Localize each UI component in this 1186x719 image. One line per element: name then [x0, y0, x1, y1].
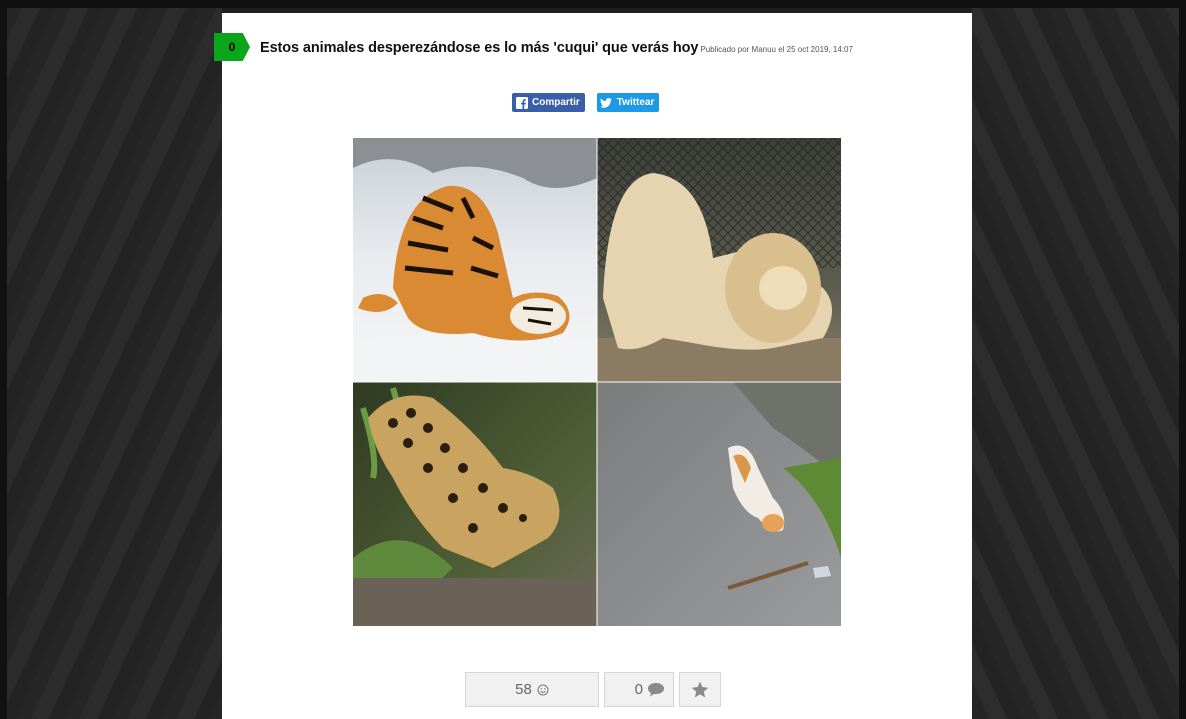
speech-bubble-icon [647, 682, 665, 697]
facebook-share-button[interactable]: Compartir [512, 93, 585, 112]
favorite-button[interactable] [679, 672, 721, 707]
comment-button[interactable]: 0 [604, 672, 674, 707]
post-meta: Publicado por Manuu el 25 oct 2019, 14:0… [700, 45, 853, 54]
like-button[interactable]: 58 [465, 672, 599, 707]
window-top-edge [0, 0, 1186, 8]
twitter-share-button[interactable]: Twittear [596, 93, 660, 112]
comment-count: 0 [634, 681, 643, 698]
cat-panel [597, 382, 841, 626]
star-icon [690, 680, 710, 700]
like-count: 58 [515, 681, 532, 698]
facebook-share-label: Compartir [532, 97, 580, 108]
jaguar-panel [353, 382, 597, 626]
tiger-panel [353, 138, 623, 393]
score-badge[interactable]: 0 [214, 33, 250, 61]
lion-panel [597, 138, 841, 382]
window-right-edge [1179, 0, 1186, 719]
twitter-icon [600, 96, 613, 109]
twitter-share-label: Twittear [616, 97, 655, 108]
background-left [7, 8, 222, 719]
facebook-icon [515, 96, 528, 109]
share-buttons: Compartir Twittear [512, 93, 660, 112]
post-card: 0 Estos animales desperezándose es lo má… [214, 13, 972, 719]
post-title[interactable]: Estos animales desperezándose es lo más … [260, 40, 698, 56]
post-actions: 58 0 [465, 672, 721, 707]
post-image[interactable] [353, 138, 841, 626]
smiley-icon [537, 684, 549, 696]
background-right [972, 8, 1179, 719]
window-left-edge [0, 0, 7, 719]
post-header: Estos animales desperezándose es lo más … [260, 39, 968, 57]
